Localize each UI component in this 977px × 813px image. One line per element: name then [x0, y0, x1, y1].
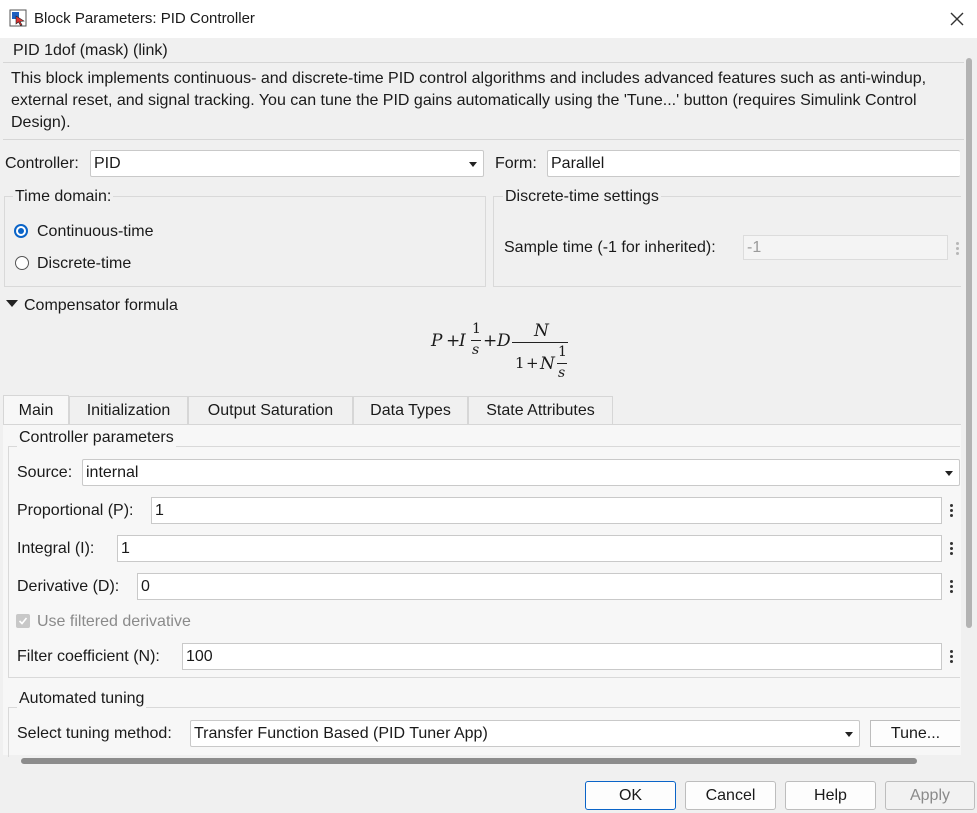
- formula-plus: +: [526, 354, 539, 372]
- window-title: Block Parameters: PID Controller: [34, 10, 255, 27]
- source-dropdown[interactable]: internal: [82, 459, 960, 486]
- formula-one: 1: [515, 354, 525, 372]
- time-domain-title: Time domain:: [13, 188, 114, 206]
- horizontal-scrollbar[interactable]: [21, 758, 917, 764]
- tab-data-types[interactable]: Data Types: [353, 396, 468, 424]
- more-options-icon[interactable]: [945, 574, 957, 598]
- formula-s: s: [558, 365, 566, 381]
- source-label: Source:: [17, 464, 73, 481]
- block-description: This block implements continuous- and di…: [11, 70, 927, 131]
- checkmark-icon: [18, 617, 28, 625]
- tab-output-saturation[interactable]: Output Saturation: [188, 396, 353, 424]
- chevron-down-icon: [845, 731, 853, 737]
- divider: [3, 62, 964, 63]
- sample-time-label: Sample time (-1 for inherited):: [504, 239, 716, 256]
- derivative-input[interactable]: 0: [137, 573, 942, 600]
- formula-plus: +: [483, 331, 498, 351]
- proportional-input[interactable]: 1: [151, 497, 942, 524]
- continuous-time-radio[interactable]: [14, 224, 28, 238]
- formula-one: 1: [558, 344, 567, 360]
- filter-coefficient-label: Filter coefficient (N):: [17, 648, 160, 665]
- formula-n: N: [534, 321, 549, 341]
- discrete-time-radio[interactable]: [15, 256, 29, 270]
- help-button[interactable]: Help: [785, 781, 876, 810]
- use-filtered-derivative-label: Use filtered derivative: [37, 613, 191, 630]
- more-options-icon[interactable]: [945, 644, 957, 668]
- tuning-method-label: Select tuning method:: [17, 725, 172, 742]
- filter-coefficient-input[interactable]: 100: [182, 643, 942, 670]
- form-dropdown[interactable]: Parallel: [547, 150, 960, 177]
- divider: [3, 139, 964, 140]
- formula-d: D: [497, 331, 511, 351]
- controller-parameters-title: Controller parameters: [17, 429, 176, 447]
- tune-button[interactable]: Tune...: [870, 720, 960, 747]
- cancel-button[interactable]: Cancel: [685, 781, 776, 810]
- compensator-formula: P + I 1 s + D N 1 + N 1 s: [425, 318, 585, 390]
- discrete-settings-title: Discrete-time settings: [503, 188, 661, 206]
- time-domain-group: [4, 196, 486, 287]
- fraction-bar: [471, 340, 481, 341]
- close-icon[interactable]: [944, 6, 970, 32]
- tuning-method-value: Transfer Function Based (PID Tuner App): [194, 724, 488, 742]
- chevron-down-icon: [469, 161, 477, 167]
- compensator-formula-title[interactable]: Compensator formula: [24, 297, 178, 315]
- form-value: Parallel: [551, 154, 605, 172]
- use-filtered-derivative-checkbox: [16, 614, 30, 628]
- sample-time-input: -1: [743, 235, 948, 260]
- source-value: internal: [86, 463, 139, 481]
- tab-main[interactable]: Main: [3, 395, 69, 425]
- formula-i: I: [459, 331, 466, 351]
- tuning-method-dropdown[interactable]: Transfer Function Based (PID Tuner App): [190, 720, 860, 747]
- ok-button[interactable]: OK: [585, 781, 676, 810]
- formula-one: 1: [472, 321, 481, 337]
- formula-p: P: [431, 331, 443, 351]
- tab-initialization[interactable]: Initialization: [69, 396, 188, 424]
- fraction-bar: [512, 342, 568, 343]
- more-options-icon[interactable]: [945, 498, 957, 522]
- derivative-label: Derivative (D):: [17, 578, 120, 595]
- continuous-time-label[interactable]: Continuous-time: [37, 223, 154, 241]
- collapse-triangle-icon[interactable]: [6, 300, 18, 307]
- chevron-down-icon: [945, 470, 953, 476]
- mask-title: PID 1dof (mask) (link): [13, 42, 168, 59]
- formula-s: s: [472, 342, 480, 358]
- more-options-icon[interactable]: [945, 536, 957, 560]
- formula-n: N: [540, 354, 555, 374]
- controller-dropdown[interactable]: PID: [90, 150, 484, 177]
- apply-button: Apply: [885, 781, 975, 810]
- automated-tuning-title: Automated tuning: [17, 690, 147, 708]
- controller-value: PID: [94, 154, 121, 172]
- controller-label: Controller:: [5, 155, 79, 172]
- integral-input[interactable]: 1: [117, 535, 942, 562]
- more-options-icon: [951, 236, 963, 260]
- discrete-time-label[interactable]: Discrete-time: [37, 255, 131, 273]
- fraction-bar: [557, 363, 567, 364]
- vertical-scrollbar[interactable]: [966, 58, 972, 628]
- form-label: Form:: [495, 155, 537, 172]
- tab-state-attributes[interactable]: State Attributes: [468, 396, 613, 424]
- integral-label: Integral (I):: [17, 540, 95, 557]
- simulink-block-icon: [9, 9, 27, 27]
- proportional-label: Proportional (P):: [17, 502, 134, 519]
